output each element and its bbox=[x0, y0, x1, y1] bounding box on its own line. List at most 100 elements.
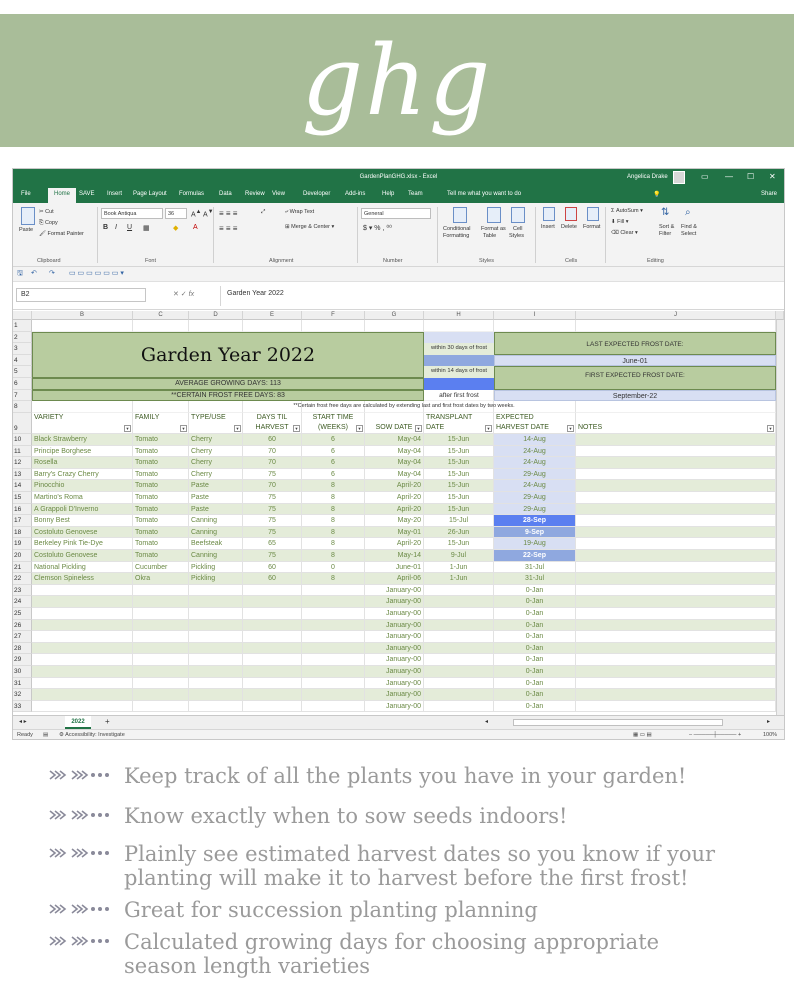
table-cell[interactable] bbox=[32, 596, 133, 608]
table-cell[interactable] bbox=[576, 700, 776, 713]
table-cell[interactable]: Tomato bbox=[133, 457, 189, 469]
table-cell[interactable]: 29-Aug bbox=[494, 492, 576, 504]
tab-page-layout[interactable]: Page Layout bbox=[133, 191, 167, 197]
table-cell[interactable]: 15-Jun bbox=[424, 538, 494, 550]
wrap-text-button[interactable]: ⤶ Wrap Text bbox=[285, 209, 314, 216]
redo-icon[interactable]: ↷ bbox=[49, 269, 55, 277]
table-cell[interactable]: Tomato bbox=[133, 480, 189, 492]
row-number[interactable]: 13 bbox=[13, 468, 32, 481]
table-cell[interactable]: January-00 bbox=[365, 642, 424, 655]
table-cell[interactable] bbox=[133, 608, 189, 620]
table-cell[interactable] bbox=[243, 677, 302, 690]
table-cell[interactable] bbox=[133, 596, 189, 608]
row-number[interactable]: 4 bbox=[13, 354, 32, 367]
table-cell[interactable]: 8 bbox=[302, 492, 365, 504]
table-cell[interactable]: Tomato bbox=[133, 445, 189, 458]
table-cell[interactable]: Costoluto Genovese bbox=[32, 526, 133, 539]
cell[interactable] bbox=[494, 320, 576, 332]
column-header-g[interactable]: G bbox=[365, 311, 424, 320]
tab-scroll-icon[interactable]: ◂ ▸ bbox=[19, 718, 27, 725]
table-cell[interactable]: 6 bbox=[302, 434, 365, 446]
table-cell[interactable] bbox=[189, 631, 243, 643]
tab-home[interactable]: Home bbox=[48, 188, 77, 203]
hscroll-left-icon[interactable]: ◂ bbox=[485, 718, 488, 725]
table-cell[interactable]: 70 bbox=[243, 445, 302, 458]
spreadsheet-grid[interactable]: B C D E F G H I J 1 2 3 4 5 6 7 8 Garden Year 2022 AVERAGE… bbox=[13, 311, 784, 715]
table-cell[interactable]: 15-Jun bbox=[424, 457, 494, 469]
table-cell[interactable] bbox=[189, 666, 243, 678]
copy-button[interactable]: ⎘ Copy bbox=[39, 220, 58, 227]
maximize-icon[interactable]: ☐ bbox=[747, 172, 754, 181]
borders-icon[interactable]: ▦ bbox=[143, 224, 150, 232]
table-cell[interactable] bbox=[576, 677, 776, 690]
table-cell[interactable]: Barry's Crazy Cherry bbox=[32, 468, 133, 481]
row-number[interactable]: 20 bbox=[13, 550, 32, 562]
row-number[interactable]: 16 bbox=[13, 503, 32, 516]
insert-button[interactable]: Insert bbox=[541, 224, 555, 230]
table-cell[interactable]: Okra bbox=[133, 573, 189, 585]
table-cell[interactable]: 9-Sep bbox=[494, 526, 576, 539]
find-select-button[interactable]: Find & bbox=[681, 224, 697, 230]
table-cell[interactable] bbox=[576, 434, 776, 446]
filter-dropdown-icon[interactable]: ▼ bbox=[567, 424, 574, 432]
table-cell[interactable]: 0-Jan bbox=[494, 631, 576, 643]
table-cell[interactable] bbox=[32, 619, 133, 632]
table-cell[interactable]: Beefsteak bbox=[189, 538, 243, 550]
table-cell[interactable]: 15-Jun bbox=[424, 503, 494, 516]
table-cell[interactable]: 6 bbox=[302, 457, 365, 469]
sheet-title[interactable]: Garden Year 2022 bbox=[32, 331, 424, 378]
table-cell[interactable] bbox=[189, 700, 243, 713]
table-cell[interactable]: 1-Jun bbox=[424, 561, 494, 574]
table-cell[interactable] bbox=[32, 677, 133, 690]
table-cell[interactable]: 0-Jan bbox=[494, 677, 576, 690]
table-cell[interactable] bbox=[576, 550, 776, 562]
table-cell[interactable] bbox=[424, 619, 494, 632]
clear-button[interactable]: ⌫ Clear ▾ bbox=[611, 230, 638, 236]
table-cell[interactable]: National Pickling bbox=[32, 561, 133, 574]
table-cell[interactable] bbox=[302, 689, 365, 701]
table-cell[interactable]: 70 bbox=[243, 480, 302, 492]
table-cell[interactable]: 15-Jul bbox=[424, 515, 494, 527]
toolbar-icons[interactable]: ▭ ▭ ▭ ▭ ▭ ▭ ▾ bbox=[69, 269, 124, 277]
filter-dropdown-icon[interactable]: ▼ bbox=[124, 424, 131, 432]
table-cell[interactable]: 8 bbox=[302, 503, 365, 516]
row-number[interactable]: 3 bbox=[13, 343, 32, 355]
cell[interactable] bbox=[32, 320, 133, 332]
vertical-scrollbar[interactable] bbox=[776, 311, 784, 320]
table-cell[interactable] bbox=[243, 666, 302, 678]
table-cell[interactable]: 24-Aug bbox=[494, 480, 576, 492]
table-cell[interactable]: 28-Sep bbox=[494, 515, 576, 527]
row-number[interactable]: 25 bbox=[13, 608, 32, 620]
tab-2022[interactable]: 2022 bbox=[65, 716, 91, 729]
table-cell[interactable]: Canning bbox=[189, 515, 243, 527]
name-box[interactable]: B2 bbox=[16, 288, 146, 302]
table-cell[interactable]: 0-Jan bbox=[494, 619, 576, 632]
table-cell[interactable]: Pickling bbox=[189, 573, 243, 585]
align-left-icon[interactable]: ≡ ≡ ≡ bbox=[219, 224, 237, 233]
table-cell[interactable] bbox=[424, 666, 494, 678]
table-cell[interactable]: Tomato bbox=[133, 434, 189, 446]
table-cell[interactable]: Costoluto Genovese bbox=[32, 550, 133, 562]
table-cell[interactable]: Tomato bbox=[133, 538, 189, 550]
table-cell[interactable] bbox=[189, 584, 243, 597]
table-cell[interactable]: Rosella bbox=[32, 457, 133, 469]
fill-button[interactable]: ⬇ Fill ▾ bbox=[611, 219, 628, 225]
filter-dropdown-icon[interactable]: ▼ bbox=[356, 424, 363, 432]
filter-dropdown-icon[interactable]: ▼ bbox=[485, 424, 492, 432]
row-number[interactable]: 24 bbox=[13, 596, 32, 608]
row-number[interactable]: 33 bbox=[13, 700, 32, 713]
table-cell[interactable] bbox=[576, 526, 776, 539]
table-cell[interactable] bbox=[133, 619, 189, 632]
table-cell[interactable]: 15-Jun bbox=[424, 468, 494, 481]
column-header-i[interactable]: I bbox=[494, 311, 576, 320]
table-cell[interactable]: 15-Jun bbox=[424, 480, 494, 492]
table-cell[interactable]: May-14 bbox=[365, 550, 424, 562]
table-cell[interactable] bbox=[576, 631, 776, 643]
table-cell[interactable]: 75 bbox=[243, 468, 302, 481]
format-as-table-icon[interactable] bbox=[487, 207, 501, 223]
table-cell[interactable]: 8 bbox=[302, 515, 365, 527]
zoom-slider[interactable]: – ─────┼───── + bbox=[689, 732, 741, 738]
tab-team[interactable]: Team bbox=[408, 191, 423, 197]
format-button[interactable]: Format bbox=[583, 224, 600, 230]
table-cell[interactable] bbox=[424, 608, 494, 620]
